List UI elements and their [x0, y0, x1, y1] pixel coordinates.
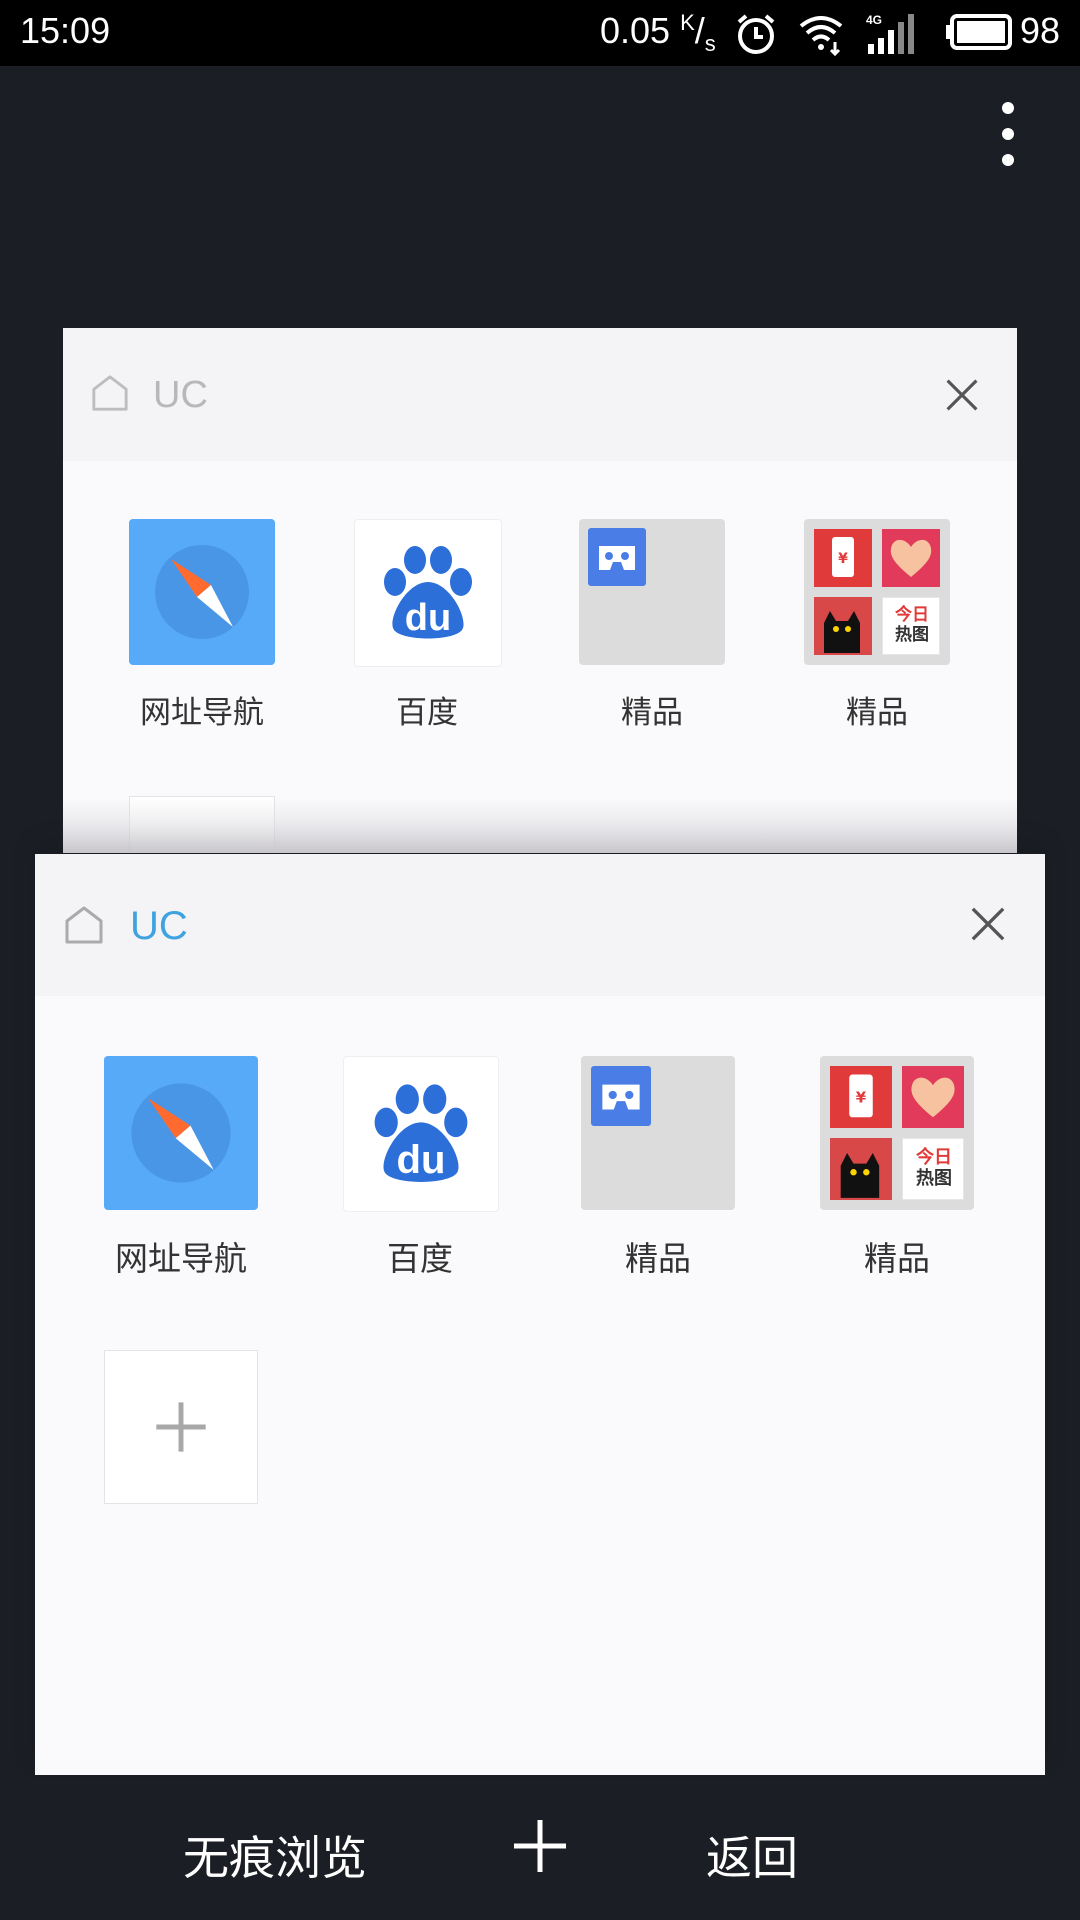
add-shortcut-tile[interactable] — [104, 1350, 258, 1504]
collage-text-bottom: 热图 — [916, 1168, 952, 1189]
incognito-button[interactable]: 无痕浏览 — [183, 1822, 367, 1888]
tab-title: UC — [153, 374, 208, 416]
battery-icon — [946, 14, 1012, 50]
tab-header: UC — [63, 328, 1017, 461]
tab-card-active[interactable]: UC 网址导航 du 百度 精品 ¥ 今日 热图 精品 — [35, 854, 1045, 1775]
tile-label: 百度 — [387, 1239, 453, 1278]
collage-text-bottom: 热图 — [895, 625, 929, 645]
svg-text:¥: ¥ — [838, 551, 848, 567]
tile-label: 精品 — [625, 1239, 691, 1278]
home-icon — [65, 906, 103, 944]
baidu-paw-icon: du — [354, 519, 502, 667]
network-speed: 0.05 K/s — [600, 10, 716, 57]
compass-icon — [104, 1056, 258, 1210]
status-bar: 15:09 0.05 K/s 4G 98 — [0, 0, 1080, 66]
card-bottom-fade — [63, 798, 1017, 853]
more-vertical-icon[interactable] — [990, 100, 1026, 180]
alarm-icon — [737, 14, 775, 54]
close-tab-icon[interactable] — [969, 905, 1007, 943]
signal-4g-icon: 4G — [866, 13, 914, 54]
wifi-icon — [799, 16, 843, 56]
tile-label: 精品 — [621, 695, 683, 731]
tile-label: 精品 — [864, 1239, 930, 1278]
tile-label: 精品 — [846, 695, 908, 731]
collage-text-top: 今日 — [916, 1147, 952, 1168]
home-icon — [92, 375, 128, 411]
new-tab-icon[interactable] — [512, 1818, 568, 1874]
tile-label: 网址导航 — [115, 1239, 247, 1278]
status-time: 15:09 — [20, 10, 111, 51]
baidu-paw-icon: du — [343, 1056, 499, 1212]
vr-headset-icon — [581, 1056, 735, 1210]
svg-text:du: du — [397, 1138, 446, 1182]
bottom-toolbar: 无痕浏览 返回 — [0, 1778, 1080, 1920]
collage-text-top: 今日 — [895, 605, 929, 625]
battery-percent: 98 — [1020, 10, 1061, 51]
compass-icon — [129, 519, 275, 665]
tab-card-background[interactable]: UC 网址导航 du 百度 精品 ¥ 今日 热图 精品 — [63, 328, 1017, 853]
svg-text:4G: 4G — [866, 13, 882, 27]
tmall-collage-icon: ¥ 今日 热图 — [820, 1056, 974, 1210]
close-tab-icon[interactable] — [944, 377, 980, 413]
tile-label: 网址导航 — [140, 695, 264, 731]
svg-text:¥: ¥ — [856, 1088, 867, 1106]
tab-header: UC — [35, 854, 1045, 996]
tmall-collage-icon: ¥ 今日 热图 — [804, 519, 950, 665]
tile-label: 百度 — [396, 695, 458, 731]
tab-title: UC — [130, 904, 188, 948]
vr-headset-icon — [579, 519, 725, 665]
back-button[interactable]: 返回 — [706, 1822, 798, 1888]
plus-icon — [156, 1402, 206, 1452]
svg-text:du: du — [405, 597, 451, 639]
